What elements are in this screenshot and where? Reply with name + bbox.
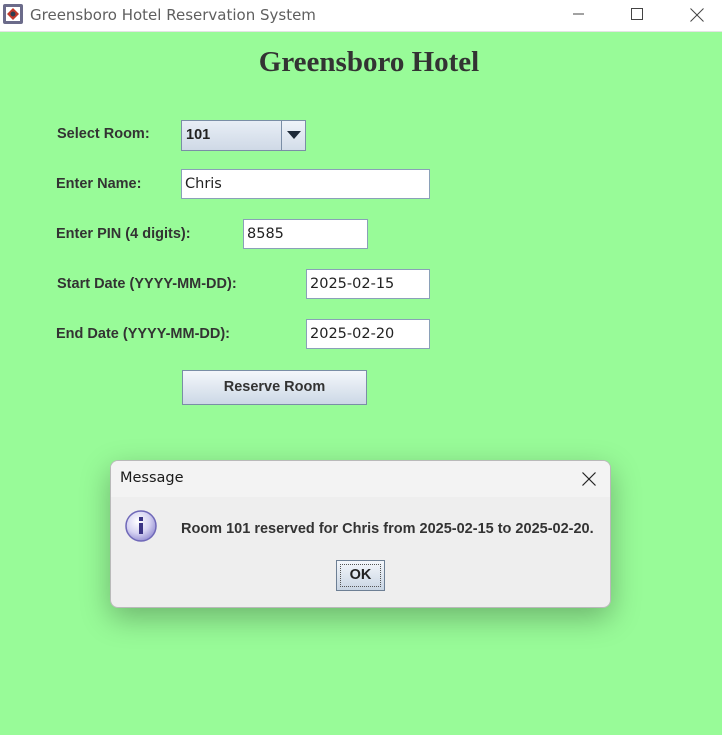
java-app-icon (3, 4, 23, 24)
dialog-title: Message (120, 470, 184, 486)
hotel-heading: Greensboro Hotel (258, 46, 480, 78)
dialog-titlebar: Message (111, 461, 610, 497)
chevron-down-icon (287, 131, 301, 139)
room-select-arrow[interactable] (281, 121, 305, 150)
reservation-form: Greensboro Hotel Select Room: 101 Enter … (0, 32, 722, 735)
message-dialog: Message Room 101 reserved for Chris from… (110, 460, 611, 608)
name-input[interactable]: Chris (181, 169, 430, 199)
minimize-icon (573, 13, 584, 15)
name-label: Enter Name: (56, 176, 142, 192)
room-select[interactable]: 101 (181, 120, 306, 151)
close-icon (582, 472, 596, 486)
close-button[interactable] (673, 0, 719, 30)
start-date-label: Start Date (YYYY-MM-DD): (57, 276, 237, 292)
maximize-button[interactable] (614, 0, 660, 30)
end-date-input[interactable]: 2025-02-20 (306, 319, 430, 349)
end-date-label: End Date (YYYY-MM-DD): (56, 326, 230, 342)
dialog-close-button[interactable] (576, 467, 602, 491)
info-icon (125, 510, 157, 542)
start-date-input[interactable]: 2025-02-15 (306, 269, 430, 299)
window-title: Greensboro Hotel Reservation System (30, 6, 316, 24)
minimize-button[interactable] (556, 0, 602, 30)
room-label: Select Room: (57, 126, 150, 142)
window-titlebar: Greensboro Hotel Reservation System (0, 0, 722, 32)
dialog-message: Room 101 reserved for Chris from 2025-02… (181, 521, 594, 537)
close-icon (690, 8, 704, 22)
pin-label: Enter PIN (4 digits): (56, 226, 191, 242)
maximize-icon (631, 8, 643, 20)
ok-button[interactable]: OK (336, 560, 385, 591)
room-select-value: 101 (186, 127, 211, 143)
reserve-room-button[interactable]: Reserve Room (182, 370, 367, 405)
pin-input[interactable]: 8585 (243, 219, 368, 249)
